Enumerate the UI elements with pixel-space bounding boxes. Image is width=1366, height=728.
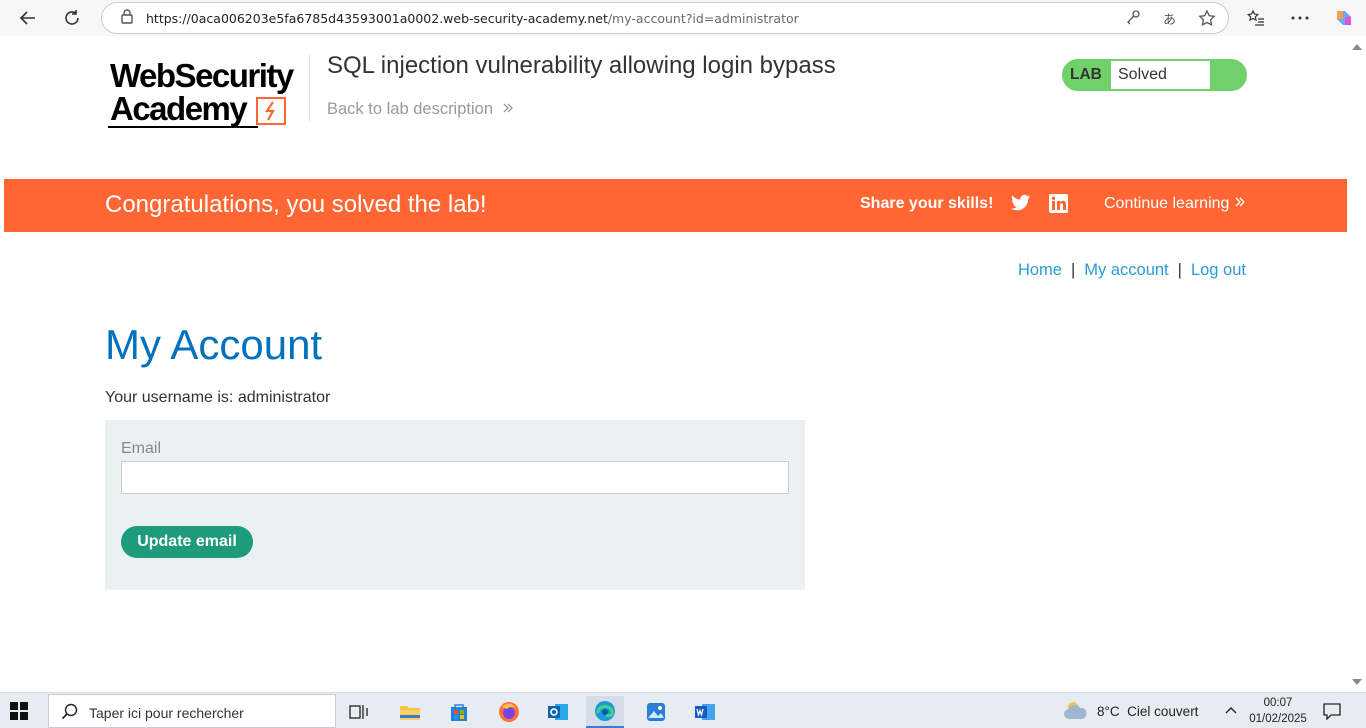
firefox-icon[interactable] (490, 696, 528, 728)
continue-learning-label: Continue learning (1104, 195, 1230, 212)
chevron-up-icon[interactable] (1224, 703, 1238, 722)
header-divider (309, 55, 310, 121)
refresh-icon[interactable] (56, 2, 88, 34)
log-out-link[interactable]: Log out (1191, 261, 1246, 279)
twitter-icon[interactable] (1011, 194, 1031, 217)
notification-icon[interactable] (1323, 702, 1341, 725)
task-view-icon[interactable] (340, 696, 378, 728)
back-arrow-icon[interactable] (12, 2, 44, 34)
windows-taskbar: Taper ici pour rechercher 8°C Ciel couve… (0, 692, 1366, 728)
email-field[interactable] (121, 461, 789, 494)
file-explorer-icon[interactable] (391, 696, 429, 728)
nav-separator: | (1177, 261, 1182, 279)
url-host: https://0aca006203e5fa6785d43593001a0002… (146, 10, 608, 26)
linkedin-icon[interactable] (1049, 194, 1068, 218)
web-security-academy-logo[interactable]: WebSecurity Academy (108, 57, 294, 129)
double-chevron-right-icon (1234, 195, 1246, 212)
favorites-list-icon[interactable] (1234, 2, 1278, 34)
continue-learning-link[interactable]: Continue learning (1104, 195, 1246, 213)
search-icon (61, 703, 79, 726)
more-menu-icon[interactable] (1278, 2, 1322, 34)
weather-text: 8°C Ciel couvert (1097, 704, 1199, 719)
my-account-link[interactable]: My account (1084, 261, 1168, 279)
lab-badge: LAB (1070, 66, 1102, 83)
home-link[interactable]: Home (1018, 261, 1062, 279)
cloudy-weather-icon (1063, 699, 1089, 724)
taskbar-clock[interactable]: 00:07 01/02/2025 (1248, 695, 1308, 727)
url-path: /my-account?id=administrator (607, 10, 799, 26)
scroll-up-arrow-icon[interactable] (1352, 44, 1362, 50)
nav-separator: | (1070, 261, 1076, 279)
lock-icon[interactable] (120, 8, 134, 29)
logo-bolt-icon (256, 97, 286, 125)
clock-time: 00:07 (1263, 697, 1293, 709)
double-chevron-right-icon (502, 100, 514, 118)
favorite-star-icon[interactable] (1198, 9, 1216, 32)
clock-date: 01/02/2025 (1249, 713, 1307, 725)
address-bar[interactable]: https://0aca006203e5fa6785d43593001a0002… (101, 2, 1229, 34)
edge-browser-icon[interactable] (586, 696, 624, 728)
page-scrollbar[interactable] (1347, 37, 1366, 689)
key-icon[interactable] (1125, 9, 1141, 32)
logo-line2: Academy (110, 90, 248, 127)
update-email-button[interactable]: Update email (121, 526, 253, 558)
outlook-icon[interactable] (539, 696, 577, 728)
scroll-down-arrow-icon[interactable] (1352, 679, 1362, 685)
banner-message: Congratulations, you solved the lab! (105, 191, 487, 218)
email-label: Email (121, 440, 162, 457)
browser-toolbar: https://0aca006203e5fa6785d43593001a0002… (0, 0, 1366, 36)
logo-underline (108, 126, 258, 128)
lab-status-text: Solved (1111, 61, 1210, 89)
weather-widget[interactable]: 8°C Ciel couvert (1063, 699, 1198, 724)
solved-banner: Congratulations, you solved the lab! Sha… (4, 179, 1347, 232)
lab-title: SQL injection vulnerability allowing log… (327, 52, 836, 79)
username-text: Your username is: administrator (105, 389, 331, 406)
url-text: https://0aca006203e5fa6785d43593001a0002… (146, 11, 799, 26)
translate-icon[interactable]: あ (1163, 9, 1176, 32)
word-icon[interactable] (686, 696, 724, 728)
page-content: WebSecurity Academy SQL injection vulner… (4, 37, 1347, 689)
microsoft-store-icon[interactable] (440, 696, 478, 728)
windows-start-icon[interactable] (10, 702, 28, 725)
page-title: My Account (105, 321, 323, 368)
photos-icon[interactable] (637, 696, 675, 728)
back-to-lab-description-link[interactable]: Back to lab description (327, 100, 514, 119)
share-skills-label: Share your skills! (860, 195, 994, 212)
back-link-label: Back to lab description (327, 100, 494, 118)
top-nav-links: Home | My account | Log out (1018, 261, 1246, 280)
taskbar-search-box[interactable]: Taper ici pour rechercher (48, 694, 336, 728)
copilot-icon[interactable] (1322, 2, 1366, 34)
search-placeholder: Taper ici pour rechercher (89, 705, 244, 721)
lab-status-widget: LAB Solved (1062, 59, 1247, 91)
change-email-form: Email Update email (105, 420, 805, 590)
